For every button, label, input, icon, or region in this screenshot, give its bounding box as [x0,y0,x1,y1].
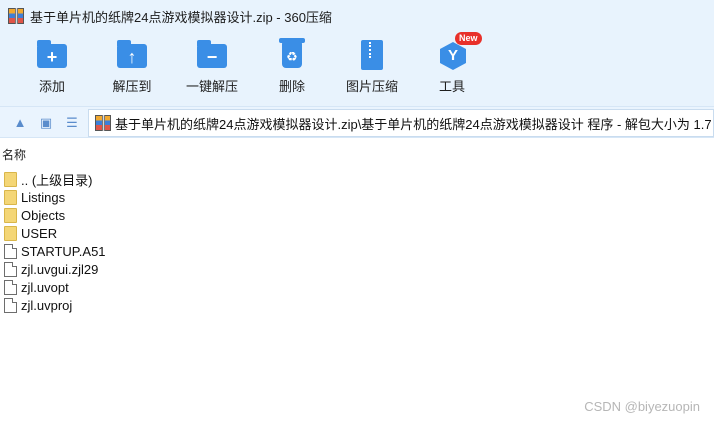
list-view-icon[interactable]: ☰ [64,115,80,131]
folder-icon [4,207,17,223]
column-header-name[interactable]: 名称 [0,146,26,164]
main-toolbar: + 添加 ↑ 解压到 − 一键解压 ♻ 删除 图片压缩 Y New 工具 [0,32,714,98]
toolbar-area: 基于单片机的纸牌24点游戏模拟器设计.zip - 360压缩 + 添加 ↑ 解压… [0,0,714,106]
archive-icon [95,115,111,131]
tools-button[interactable]: Y New 工具 [412,32,492,96]
image-compress-button[interactable]: 图片压缩 [332,36,412,96]
file-list: .. (上级目录) Listings Objects USER STARTUP.… [4,170,106,314]
file-name: zjl.uvopt [21,279,69,295]
file-icon [4,261,17,277]
extract-to-button[interactable]: ↑ 解压到 [92,36,172,96]
file-name: .. (上级目录) [21,172,93,188]
list-item[interactable]: USER [4,224,106,242]
file-name: zjl.uvproj [21,297,73,313]
list-item[interactable]: zjl.uvopt [4,278,106,296]
path-text: 基于单片机的纸牌24点游戏模拟器设计.zip\基于单片机的纸牌24点游戏模拟器设… [115,116,713,132]
file-name: Listings [21,189,66,205]
path-field[interactable]: 基于单片机的纸牌24点游戏模拟器设计.zip\基于单片机的纸牌24点游戏模拟器设… [88,109,714,137]
file-icon [4,243,17,259]
image-compress-label: 图片压缩 [345,79,398,94]
folder-icon [4,225,17,241]
add-label: 添加 [38,79,65,94]
folder-icon [4,189,17,205]
file-name: zjl.uvgui.zjl29 [21,261,99,277]
watermark: CSDN @biyezuopin [584,399,700,414]
list-item[interactable]: STARTUP.A51 [4,242,106,260]
title-bar: 基于单片机的纸牌24点游戏模拟器设计.zip - 360压缩 [0,0,714,32]
delete-label: 删除 [278,79,305,94]
thumbnail-view-icon[interactable]: ▣ [38,115,54,131]
delete-icon: ♻ [275,38,309,72]
address-bar: ▲ ▣ ☰ 基于单片机的纸牌24点游戏模拟器设计.zip\基于单片机的纸牌24点… [0,106,714,138]
new-badge: New [455,32,482,45]
add-button[interactable]: + 添加 [12,36,92,96]
image-compress-icon [355,38,389,72]
list-item[interactable]: zjl.uvproj [4,296,106,314]
list-item[interactable]: .. (上级目录) [4,170,106,188]
file-name: STARTUP.A51 [21,243,106,259]
file-icon [4,279,17,295]
tools-icon: Y New [435,32,482,72]
extract-to-icon: ↑ [115,38,149,72]
one-click-extract-icon: − [195,38,229,72]
extract-to-label: 解压到 [112,79,152,94]
file-name: USER [21,225,58,241]
add-folder-icon: + [35,38,69,72]
window-title: 基于单片机的纸牌24点游戏模拟器设计.zip - 360压缩 [30,9,332,25]
file-icon [4,297,17,313]
delete-button[interactable]: ♻ 删除 [252,36,332,96]
archive-app-icon [8,8,24,24]
list-item[interactable]: Objects [4,206,106,224]
up-arrow-icon[interactable]: ▲ [12,115,28,131]
one-click-extract-button[interactable]: − 一键解压 [172,36,252,96]
one-click-extract-label: 一键解压 [185,79,238,94]
tools-label: 工具 [438,79,465,94]
file-name: Objects [21,207,66,223]
list-item[interactable]: Listings [4,188,106,206]
folder-icon [4,171,17,187]
list-item[interactable]: zjl.uvgui.zjl29 [4,260,106,278]
